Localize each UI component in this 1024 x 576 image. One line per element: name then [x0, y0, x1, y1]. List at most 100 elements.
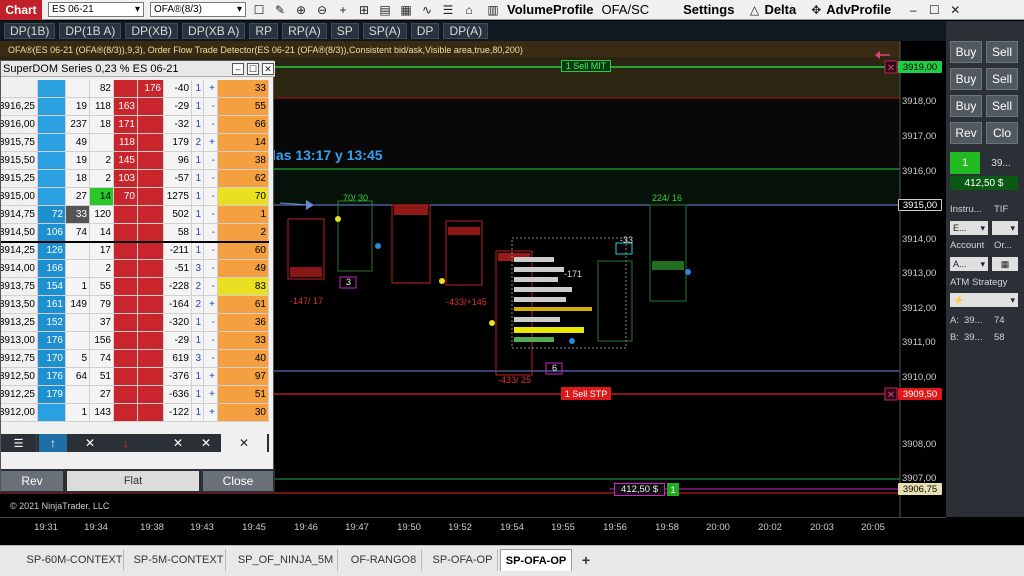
superdom-cell-ask[interactable]	[138, 242, 164, 260]
tab-of-rango8[interactable]: OF-RANGO8	[346, 549, 422, 571]
superdom-cell-ask[interactable]	[138, 260, 164, 278]
superdom-cell-c5[interactable]	[114, 224, 138, 242]
superdom-cell-ask[interactable]	[138, 98, 164, 116]
settings-button[interactable]: Settings	[683, 2, 734, 17]
cancel-order-icon[interactable]: ✕	[887, 63, 895, 74]
superdom-cell-ask[interactable]	[138, 206, 164, 224]
maximize-icon[interactable]: ☐	[926, 2, 942, 18]
cancel-all-icon[interactable]: ✕	[193, 434, 219, 452]
superdom-cell-bid[interactable]: 152	[38, 314, 66, 332]
flat-button[interactable]: Flat	[67, 471, 199, 491]
zoom-out-icon[interactable]: ⊖	[314, 2, 330, 18]
superdom-row[interactable]: 3912,50 176 64 51 -376 1 +97	[1, 368, 269, 386]
dp-button[interactable]: RP	[249, 23, 279, 39]
close-position-button[interactable]: Clo	[986, 122, 1018, 144]
superdom-cell-c5[interactable]: 171	[114, 116, 138, 134]
pencil-icon[interactable]: ✎	[272, 2, 288, 18]
tif-select[interactable]: ▾	[992, 221, 1018, 235]
superdom-row[interactable]: 3914,00 166 2 -51 3-49	[1, 260, 269, 278]
adv-profile-button[interactable]: AdvProfile	[826, 2, 891, 17]
buy-limit-button[interactable]: Buy	[950, 68, 982, 90]
superdom-cell-ask[interactable]: 176	[138, 80, 164, 98]
dp-button[interactable]: SP(A)	[362, 23, 407, 39]
superdom-cell-ask[interactable]	[138, 332, 164, 350]
reverse-button[interactable]: Rev	[950, 122, 982, 144]
buy-stop-button[interactable]: Buy	[950, 95, 982, 117]
dp-button[interactable]: SP	[330, 23, 359, 39]
superdom-cell-ask[interactable]	[138, 368, 164, 386]
cancel-vol-icon[interactable]: ✕	[221, 434, 267, 452]
dp-button[interactable]: RP(A)	[282, 23, 327, 39]
superdom-row[interactable]: 3912,25 179 27 -636 1 +51	[1, 386, 269, 404]
superdom-cell-bid[interactable]	[38, 116, 66, 134]
sell-arrow-icon[interactable]: ↓	[113, 434, 139, 452]
superdom-cell-ask[interactable]	[138, 296, 164, 314]
sell-stp-order-tag[interactable]: 1 Sell STP	[561, 387, 611, 400]
maximize-icon[interactable]: ☐	[247, 63, 259, 75]
cancel-order-icon[interactable]: ✕	[887, 390, 895, 401]
superdom-row[interactable]: 3913,75 154 1 55 -228 2-83	[1, 278, 269, 296]
tab-sp-ofa-op-active[interactable]: SP-OFA-OP	[500, 549, 572, 571]
sell-limit-button[interactable]: Sell	[986, 68, 1018, 90]
superdom-cell-bid[interactable]	[38, 170, 66, 188]
chart-menu-button[interactable]: Chart	[0, 0, 42, 20]
volume-profile-button[interactable]: VolumeProfile	[507, 2, 593, 17]
superdom-cell-ask[interactable]	[138, 116, 164, 134]
superdom-cell-c5[interactable]	[114, 404, 138, 422]
superdom-cell-bid[interactable]: 154	[38, 278, 66, 296]
superdom-cell-c5[interactable]	[114, 314, 138, 332]
superdom-row[interactable]: 3913,50 161 149 79 -164 2 +61	[1, 296, 269, 314]
superdom-cell-bid[interactable]: 170	[38, 350, 66, 368]
superdom-cell-bid[interactable]: 176	[38, 368, 66, 386]
close-icon[interactable]: ✕	[947, 2, 963, 18]
superdom-cell-c5[interactable]	[114, 80, 138, 98]
sell-mit-order-tag[interactable]: 1 Sell MIT	[561, 60, 611, 72]
dp-button[interactable]: DP(1B)	[4, 23, 56, 39]
superdom-cell-c5[interactable]: 145	[114, 152, 138, 170]
calculator-icon[interactable]: ▦	[992, 257, 1018, 271]
dp-button[interactable]: DP(XB A)	[182, 23, 246, 39]
superdom-row[interactable]: 3912,00 1 143 -122 1 +30	[1, 404, 269, 422]
superdom-cell-ask[interactable]	[138, 404, 164, 422]
minimize-icon[interactable]: –	[232, 63, 244, 75]
superdom-cell-c5[interactable]	[114, 350, 138, 368]
superdom-cell-c5[interactable]: 103	[114, 170, 138, 188]
superdom-row[interactable]: 3914,25 126 17 -211 1-60	[1, 242, 269, 260]
superdom-cell-ask[interactable]	[138, 170, 164, 188]
instrument-select[interactable]: E... ▾	[950, 221, 988, 235]
superdom-cell-bid[interactable]: 176	[38, 332, 66, 350]
superdom-cell-bid[interactable]	[38, 404, 66, 422]
buy-market-button[interactable]: Buy	[950, 41, 982, 63]
superdom-cell-c5[interactable]	[114, 386, 138, 404]
superdom-row[interactable]: 3915,00 27 14 70 1275 1-70	[1, 188, 269, 206]
superdom-row[interactable]: 3915,25 18 2 103 -57 1-62	[1, 170, 269, 188]
superdom-row[interactable]: 3916,25 19 118 163 -29 1-55	[1, 98, 269, 116]
dp-button[interactable]: DP(XB)	[125, 23, 179, 39]
superdom-cell-bid[interactable]	[38, 80, 66, 98]
cancel-bids-icon[interactable]: ✕	[69, 434, 111, 452]
superdom-ladder[interactable]: 82 176 -40 1 +33 3916,25 19 118 163 -29 1-55 3916,0…	[1, 80, 269, 495]
superdom-cell-ask[interactable]	[138, 350, 164, 368]
superdom-cell-c5[interactable]	[114, 368, 138, 386]
superdom-cell-bid[interactable]: 179	[38, 386, 66, 404]
dp-button[interactable]: DP	[410, 23, 440, 39]
superdom-cell-bid[interactable]: 72	[38, 206, 66, 224]
superdom-cell-bid[interactable]: 126	[38, 242, 66, 260]
superdom-cell-bid[interactable]: 161	[38, 296, 66, 314]
superdom-row[interactable]: 3916,00 237 18 171 -32 1-66	[1, 116, 269, 134]
superdom-row[interactable]: 3914,75 72 33 120 502 1-1	[1, 206, 269, 224]
superdom-cell-bid[interactable]	[38, 134, 66, 152]
superdom-cell-bid[interactable]	[38, 98, 66, 116]
superdom-cell-ask[interactable]	[138, 386, 164, 404]
superdom-cell-c5[interactable]	[114, 296, 138, 314]
superdom-window[interactable]: SuperDOM Series 0,23 % ES 06-21 – ☐ ✕ 82…	[0, 60, 275, 495]
properties-icon[interactable]: ⊞	[356, 2, 372, 18]
close-icon[interactable]: ✕	[262, 63, 274, 75]
lock-icon[interactable]: ⌂	[461, 2, 477, 18]
superdom-row[interactable]: 3912,75 170 5 74 619 3-40	[1, 350, 269, 368]
superdom-row[interactable]: 3915,50 19 2 145 96 1-38	[1, 152, 269, 170]
superdom-cell-c5[interactable]	[114, 332, 138, 350]
sell-stop-button[interactable]: Sell	[986, 95, 1018, 117]
list-icon[interactable]: ☰	[440, 2, 456, 18]
crosshair-icon[interactable]: ☐	[251, 2, 267, 18]
